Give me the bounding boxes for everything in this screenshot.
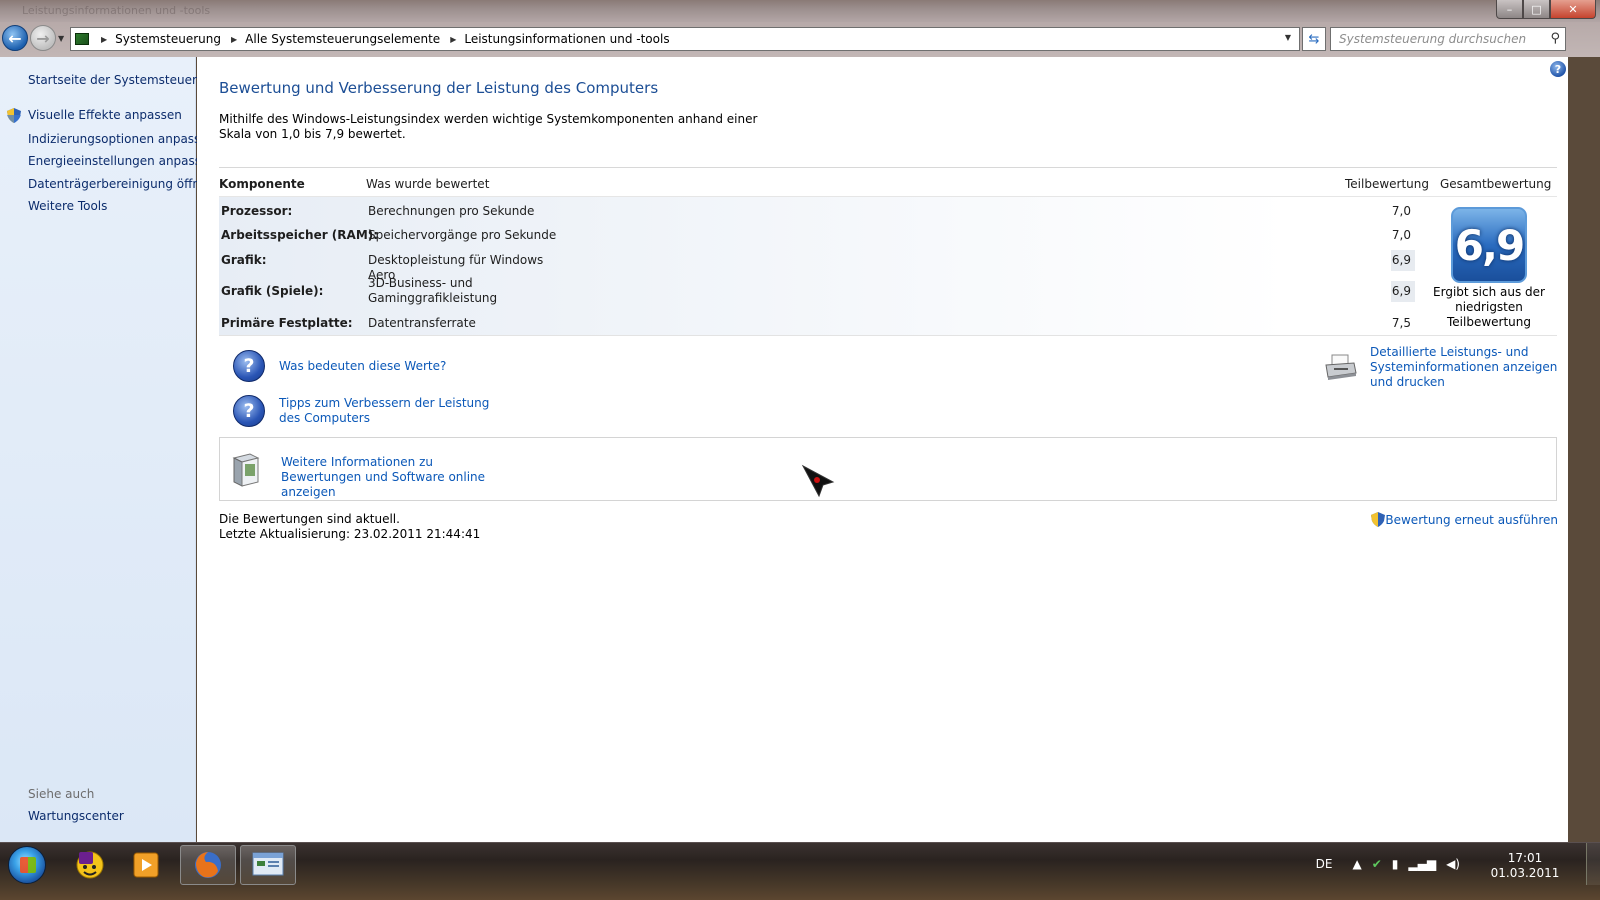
breadcrumb-arrow-icon[interactable]: ▶	[231, 35, 237, 44]
navigation-bar: ← → ▼ ▶ Systemsteuerung ▶ Alle Systemste…	[0, 22, 1600, 57]
rating-status: Die Bewertungen sind aktuell. Letzte Akt…	[219, 512, 480, 542]
start-button[interactable]	[8, 846, 46, 884]
breadcrumb: ▶ Systemsteuerung ▶ Alle Systemsteuerung…	[99, 32, 670, 46]
header-component: Komponente	[219, 177, 305, 191]
sidebar-item-indizierung[interactable]: Indizierungsoptionen anpassen	[28, 132, 215, 146]
address-dropdown-icon[interactable]: ▼	[1285, 33, 1291, 42]
row-rated: Speichervorgänge pro Sekunde	[368, 228, 557, 242]
control-panel-window-icon	[252, 852, 284, 876]
base-score-caption: Ergibt sich aus der niedrigsten Teilbewe…	[1433, 285, 1545, 329]
clock-time: 17:01	[1507, 851, 1543, 865]
mouse-cursor-icon	[801, 464, 835, 498]
breadcrumb-arrow-icon[interactable]: ▶	[450, 35, 456, 44]
link-performance-tips[interactable]: Tipps zum Verbessern der Leistung des Co…	[279, 396, 499, 426]
sidebar-item-energie[interactable]: Energieeinstellungen anpassen	[28, 154, 216, 168]
sidebar-item-datentraeger[interactable]: Datenträgerbereinigung öffnen	[28, 177, 215, 191]
base-score-tile: 6,9	[1451, 207, 1527, 283]
uac-shield-icon	[7, 108, 21, 123]
search-placeholder: Systemsteuerung durchsuchen	[1339, 32, 1527, 46]
row-component: Grafik:	[221, 253, 267, 267]
row-component: Prozessor:	[221, 204, 293, 218]
breadcrumb-arrow-icon[interactable]: ▶	[101, 35, 107, 44]
link-online-info[interactable]: Weitere Informationen zu Bewertungen und…	[281, 455, 501, 500]
system-tray: DE ▲ ✔ ▮ ▂▄▆ ◀)	[1316, 843, 1470, 885]
breadcrumb-systemsteuerung[interactable]: Systemsteuerung	[115, 32, 221, 46]
online-info-box: Weitere Informationen zu Bewertungen und…	[219, 437, 1557, 501]
rerun-label: Bewertung erneut ausführen	[1385, 512, 1558, 527]
taskbar-media-player[interactable]	[118, 845, 174, 885]
score-table: Komponente Was wurde bewertet Teilbewert…	[219, 167, 1557, 336]
recent-pages-dropdown-icon[interactable]: ▼	[58, 34, 64, 43]
refresh-button[interactable]: ⇆	[1302, 27, 1326, 51]
search-icon[interactable]: ⚲	[1550, 31, 1560, 46]
show-hidden-icons-icon[interactable]: ▲	[1352, 857, 1361, 871]
score-table-body: Prozessor: Berechnungen pro Sekunde 7,0 …	[219, 197, 1557, 336]
breadcrumb-leistung[interactable]: Leistungsinformationen und -tools	[464, 32, 669, 46]
window-titlebar: Leistungsinformationen und -tools – □ ✕	[0, 0, 1600, 22]
status-last-update: Letzte Aktualisierung: 23.02.2011 21:44:…	[219, 527, 481, 541]
taskbar-control-panel[interactable]	[240, 845, 296, 885]
printer-icon	[1325, 354, 1357, 380]
taskbar-yahoo-messenger[interactable]	[62, 845, 118, 885]
row-score-lowest: 6,9	[1391, 250, 1415, 271]
windows-logo-icon	[20, 857, 36, 873]
row-score-lowest: 6,9	[1391, 281, 1415, 302]
sidebar-link-wartungscenter[interactable]: Wartungscenter	[28, 809, 124, 823]
window-controls: – □ ✕	[1496, 0, 1596, 19]
taskbar-firefox[interactable]	[180, 845, 236, 885]
language-indicator[interactable]: DE	[1316, 857, 1333, 871]
yahoo-messenger-icon	[76, 851, 104, 879]
software-box-icon	[232, 453, 260, 487]
intro-text: Mithilfe des Windows-Leistungsindex werd…	[219, 112, 758, 141]
power-icon[interactable]: ▮	[1392, 857, 1399, 871]
network-icon[interactable]: ▂▄▆	[1408, 857, 1436, 871]
row-rated: Berechnungen pro Sekunde	[368, 204, 535, 218]
volume-icon[interactable]: ◀)	[1446, 857, 1460, 871]
breadcrumb-alle-elemente[interactable]: Alle Systemsteuerungselemente	[245, 32, 440, 46]
help-icon[interactable]: ?	[1550, 61, 1566, 77]
main-content: ? Bewertung und Verbesserung der Leistun…	[197, 57, 1568, 842]
taskbar: DE ▲ ✔ ▮ ▂▄▆ ◀) 17:01 01.03.2011	[0, 842, 1600, 900]
clock[interactable]: 17:01 01.03.2011	[1490, 851, 1560, 881]
rerun-assessment-button[interactable]: Bewertung erneut ausführen	[1371, 512, 1558, 527]
sidebar-home-link[interactable]: Startseite der Systemsteuerung	[28, 73, 220, 87]
window-title: Leistungsinformationen und -tools	[22, 4, 211, 17]
media-player-icon	[133, 852, 159, 878]
link-what-values-mean[interactable]: Was bedeuten diese Werte?	[279, 359, 446, 374]
row-rated: 3D-Business- und Gaminggrafikleistung	[368, 276, 498, 305]
help-question-icon: ?	[233, 350, 265, 382]
link-detailed-info[interactable]: Detaillierte Leistungs- und Systeminform…	[1370, 345, 1560, 390]
page-title: Bewertung und Verbesserung der Leistung …	[219, 79, 659, 97]
maximize-button[interactable]: □	[1523, 0, 1550, 19]
show-desktop-button[interactable]	[1586, 843, 1600, 885]
row-component: Grafik (Spiele):	[221, 284, 324, 298]
help-question-icon: ?	[233, 395, 265, 427]
header-rated: Was wurde bewertet	[366, 177, 490, 191]
row-component: Arbeitsspeicher (RAM):	[221, 228, 379, 242]
row-score: 7,5	[1391, 316, 1411, 330]
see-also-label: Siehe auch	[28, 787, 95, 801]
row-score: 7,0	[1391, 228, 1411, 242]
sync-icon[interactable]: ✔	[1372, 857, 1382, 871]
sidebar-item-visuelle-effekte[interactable]: Visuelle Effekte anpassen	[28, 108, 182, 122]
close-button[interactable]: ✕	[1550, 0, 1596, 19]
firefox-icon	[195, 852, 221, 878]
search-input[interactable]: Systemsteuerung durchsuchen ⚲	[1330, 27, 1566, 51]
status-current: Die Bewertungen sind aktuell.	[219, 512, 400, 526]
header-basescore: Gesamtbewertung	[1440, 177, 1552, 191]
forward-button[interactable]: →	[30, 25, 56, 51]
header-subscore: Teilbewertung	[1345, 177, 1430, 191]
row-score: 7,0	[1391, 204, 1411, 218]
back-button[interactable]: ←	[2, 25, 28, 51]
address-bar[interactable]: ▶ Systemsteuerung ▶ Alle Systemsteuerung…	[70, 27, 1300, 51]
sidebar-item-weitere-tools[interactable]: Weitere Tools	[28, 199, 107, 213]
uac-shield-icon	[1371, 512, 1386, 527]
row-component: Primäre Festplatte:	[221, 316, 353, 330]
row-rated: Datentransferrate	[368, 316, 476, 330]
minimize-button[interactable]: –	[1496, 0, 1523, 19]
clock-date: 01.03.2011	[1490, 866, 1560, 880]
score-table-header: Komponente Was wurde bewertet Teilbewert…	[219, 167, 1557, 197]
control-panel-icon	[75, 33, 89, 45]
sidebar: Startseite der Systemsteuerung Visuelle …	[0, 57, 220, 842]
